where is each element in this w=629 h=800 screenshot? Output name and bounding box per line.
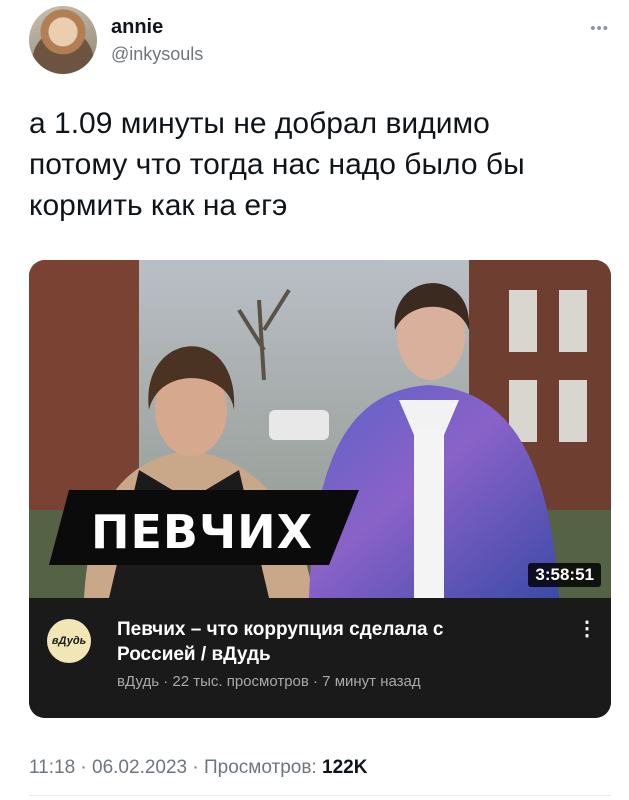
- video-thumbnail[interactable]: ПЕВЧИХ 3:58:51: [29, 260, 611, 598]
- tweet-footer: 11:18 · 06.02.2023 · Просмотров: 122K: [29, 757, 367, 779]
- avatar[interactable]: [29, 6, 97, 74]
- divider: [29, 795, 611, 796]
- display-name[interactable]: annie: [111, 16, 163, 39]
- video-title[interactable]: Певчих – что коррупция сделала с Россией…: [117, 617, 547, 667]
- tweet-text: а 1.09 минуты не добрал видимо потому чт…: [29, 107, 525, 222]
- video-card[interactable]: ПЕВЧИХ 3:58:51 вДудь Певчих – что корруп…: [29, 260, 611, 718]
- tweet-header: annie @inkysouls •••: [29, 6, 609, 74]
- tweet-timestamp[interactable]: 11:18 · 06.02.2023 · Просмотров:: [29, 757, 322, 778]
- thumbnail-overlay-title: ПЕВЧИХ: [91, 505, 314, 559]
- channel-avatar[interactable]: вДудь: [47, 619, 91, 663]
- video-duration-badge: 3:58:51: [528, 563, 601, 587]
- user-handle[interactable]: @inkysouls: [111, 44, 203, 65]
- view-count: 122K: [322, 757, 368, 778]
- video-more-options-icon[interactable]: ⋮: [577, 616, 597, 641]
- video-meta: вДудь · 22 тыс. просмотров · 7 минут наз…: [117, 673, 421, 690]
- more-options-icon[interactable]: •••: [590, 20, 609, 37]
- video-info: вДудь Певчих – что коррупция сделала с Р…: [29, 598, 611, 718]
